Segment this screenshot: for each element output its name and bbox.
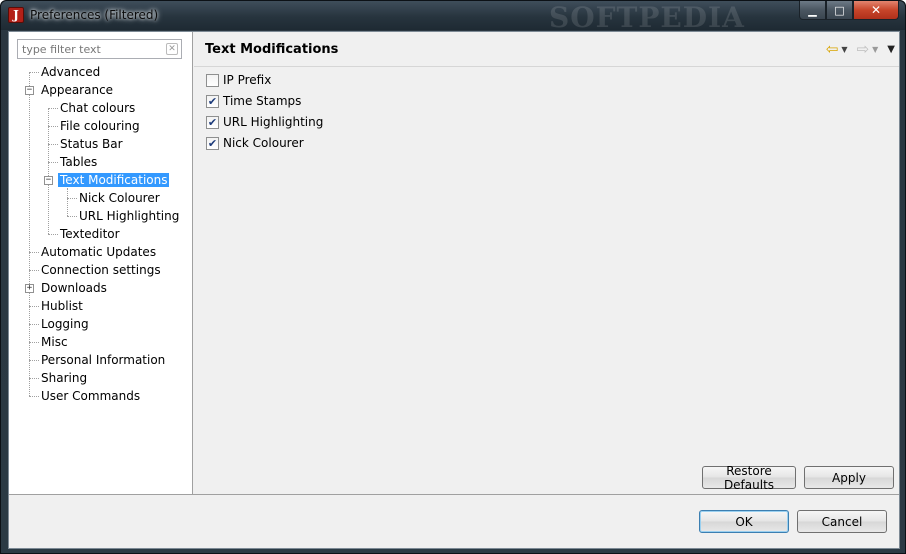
option-ip-prefix[interactable]: IP Prefix	[206, 72, 271, 88]
tree-item-user-commands[interactable]: User Commands	[39, 388, 142, 404]
expand-downloads-icon[interactable]: +	[25, 284, 34, 293]
tree-item-tables[interactable]: Tables	[58, 154, 99, 170]
option-time-stamps[interactable]: ✔ Time Stamps	[206, 93, 301, 109]
tree-item-status-bar[interactable]: Status Bar	[58, 136, 125, 152]
back-history-dropdown-icon[interactable]: ▼	[841, 45, 847, 54]
restore-defaults-button[interactable]: Restore Defaults	[702, 464, 796, 492]
option-url-highlighting[interactable]: ✔ URL Highlighting	[206, 114, 323, 130]
ok-button[interactable]: OK	[699, 510, 789, 533]
tree-item-hublist[interactable]: Hublist	[39, 298, 85, 314]
collapse-text-modifications-icon[interactable]: −	[44, 176, 53, 185]
minimize-icon: ▁	[808, 3, 817, 17]
preferences-window: J Preferences (Filtered) SOFTPEDIA ▁ □ ✕…	[0, 0, 906, 554]
close-icon: ✕	[870, 3, 882, 17]
title-separator	[194, 66, 899, 67]
tree-item-appearance[interactable]: Appearance	[39, 82, 115, 98]
title-bar[interactable]: J Preferences (Filtered) SOFTPEDIA ▁ □ ✕	[1, 1, 905, 34]
tree-item-texteditor[interactable]: Texteditor	[58, 226, 122, 242]
app-icon: J	[8, 7, 24, 23]
time-stamps-checkbox[interactable]: ✔	[206, 94, 219, 108]
back-arrow-icon[interactable]: ⇦	[826, 41, 839, 57]
tree-item-url-highlighting[interactable]: URL Highlighting	[77, 208, 181, 224]
button-bar-separator	[9, 494, 899, 495]
window-title: Preferences (Filtered)	[30, 8, 159, 22]
tree-item-sharing[interactable]: Sharing	[39, 370, 89, 386]
preference-tree-pane: ✕	[9, 32, 193, 494]
tree-item-advanced[interactable]: Advanced	[39, 64, 102, 80]
dialog-client-area: ✕	[8, 31, 900, 549]
page-navigation: ⇦ ▼ ⇨ ▼ ▼	[826, 41, 895, 57]
tree-item-personal-information[interactable]: Personal Information	[39, 352, 167, 368]
filter-box: ✕	[17, 39, 182, 59]
tree-item-misc[interactable]: Misc	[39, 334, 70, 350]
page-title: Text Modifications	[205, 42, 339, 57]
maximize-icon: □	[834, 3, 845, 17]
clear-filter-icon[interactable]: ✕	[166, 43, 178, 55]
maximize-button[interactable]: □	[826, 1, 853, 20]
cancel-button[interactable]: Cancel	[797, 510, 887, 533]
tree-item-connection-settings[interactable]: Connection settings	[39, 262, 163, 278]
view-menu-icon[interactable]: ▼	[887, 44, 895, 55]
forward-arrow-icon[interactable]: ⇨	[857, 41, 870, 57]
nick-colourer-checkbox[interactable]: ✔	[206, 136, 219, 150]
forward-history-dropdown-icon[interactable]: ▼	[872, 45, 878, 54]
close-button[interactable]: ✕	[853, 1, 899, 20]
ip-prefix-checkbox[interactable]	[206, 73, 219, 87]
url-highlighting-checkbox[interactable]: ✔	[206, 115, 219, 129]
tree-item-text-modifications[interactable]: Text Modifications	[58, 172, 170, 188]
watermark: SOFTPEDIA	[549, 1, 745, 34]
tree-item-nick-colourer[interactable]: Nick Colourer	[77, 190, 162, 206]
collapse-appearance-icon[interactable]: −	[25, 86, 34, 95]
tree-item-logging[interactable]: Logging	[39, 316, 91, 332]
option-nick-colourer[interactable]: ✔ Nick Colourer	[206, 135, 304, 151]
filter-input[interactable]	[22, 42, 162, 57]
apply-button[interactable]: Apply	[804, 466, 894, 489]
tree-item-automatic-updates[interactable]: Automatic Updates	[39, 244, 158, 260]
minimize-button[interactable]: ▁	[799, 1, 826, 20]
tree-item-downloads[interactable]: Downloads	[39, 280, 109, 296]
tree-item-chat-colours[interactable]: Chat colours	[58, 100, 137, 116]
tree-item-file-colouring[interactable]: File colouring	[58, 118, 142, 134]
preference-page: Text Modifications ⇦ ▼ ⇨ ▼ ▼ IP Prefix ✔…	[194, 32, 899, 494]
